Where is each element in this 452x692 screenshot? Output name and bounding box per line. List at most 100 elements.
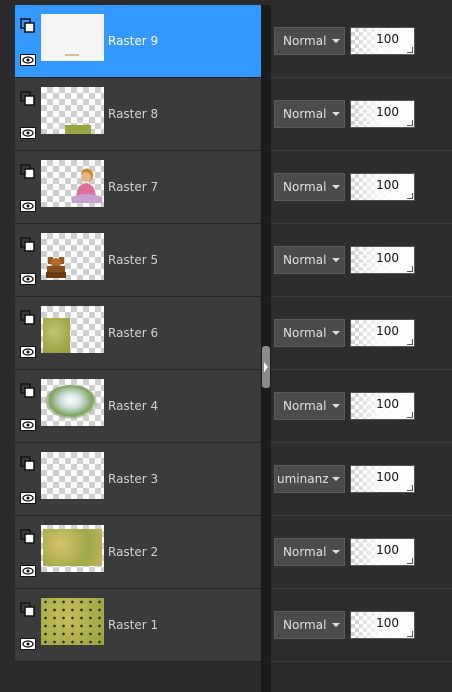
layer-row[interactable]: Raster 4 — [15, 370, 261, 443]
eye-icon[interactable] — [20, 271, 36, 287]
dropdown-arrow-icon[interactable] — [328, 101, 344, 127]
panel-left-edge — [0, 0, 15, 692]
blend-mode-value: Normal — [283, 253, 327, 267]
panel-splitter[interactable] — [261, 5, 271, 692]
layer-lock-icon[interactable] — [20, 383, 36, 399]
blend-mode-dropdown[interactable]: Normal — [274, 538, 345, 566]
layer-lock-icon[interactable] — [20, 18, 36, 34]
layer-row[interactable]: Raster 2 — [15, 516, 261, 589]
chevron-right-icon[interactable] — [262, 346, 270, 388]
blend-mode-dropdown[interactable]: Normal — [274, 392, 345, 420]
opacity-field[interactable]: 100 — [350, 392, 415, 420]
blend-mode-value: Normal — [283, 107, 327, 121]
layer-name: Raster 3 — [108, 472, 159, 486]
blend-mode-value: Normal — [283, 545, 327, 559]
opacity-field[interactable]: 100 — [350, 100, 415, 128]
layer-name: Raster 9 — [108, 34, 159, 48]
resize-grip-icon — [407, 485, 413, 491]
layer-thumbnail — [41, 14, 104, 61]
eye-icon[interactable] — [20, 417, 36, 433]
layer-name: Raster 1 — [108, 618, 159, 632]
layer-lock-icon[interactable] — [20, 310, 36, 326]
layer-properties-row: Normal 100 — [271, 78, 452, 151]
eye-icon[interactable] — [20, 636, 36, 652]
resize-grip-icon — [407, 120, 413, 126]
opacity-value: 100 — [376, 397, 399, 411]
layer-properties-row: Normal 100 — [271, 516, 452, 589]
opacity-field[interactable]: 100 — [350, 465, 415, 493]
layer-lock-icon[interactable] — [20, 237, 36, 253]
layer-properties-row: uminanz (\ 100 — [271, 443, 452, 516]
layer-name: Raster 5 — [108, 253, 159, 267]
opacity-value: 100 — [376, 105, 399, 119]
dropdown-arrow-icon[interactable] — [328, 393, 344, 419]
eye-icon[interactable] — [20, 198, 36, 214]
layer-thumbnail — [41, 525, 104, 572]
opacity-field[interactable]: 100 — [350, 319, 415, 347]
layer-thumbnail — [41, 306, 104, 353]
layer-list: Raster 9 Raster 8 Raster 7 Raster 5 Rast… — [15, 5, 261, 662]
opacity-field[interactable]: 100 — [350, 611, 415, 639]
dropdown-arrow-icon[interactable] — [328, 174, 344, 200]
blend-mode-dropdown[interactable]: Normal — [274, 173, 345, 201]
eye-icon[interactable] — [20, 563, 36, 579]
eye-icon[interactable] — [20, 344, 36, 360]
opacity-field[interactable]: 100 — [350, 27, 415, 55]
dropdown-arrow-icon[interactable] — [328, 466, 344, 492]
layer-row[interactable]: Raster 9 — [15, 5, 261, 78]
layer-row[interactable]: Raster 5 — [15, 224, 261, 297]
layer-lock-icon[interactable] — [20, 529, 36, 545]
layer-properties-row: Normal 100 — [271, 5, 452, 78]
layer-lock-icon[interactable] — [20, 602, 36, 618]
layer-lock-icon[interactable] — [20, 456, 36, 472]
eye-icon[interactable] — [20, 490, 36, 506]
layer-thumbnail — [41, 379, 104, 426]
layer-lock-icon[interactable] — [20, 164, 36, 180]
opacity-field[interactable]: 100 — [350, 246, 415, 274]
blend-mode-dropdown[interactable]: Normal — [274, 319, 345, 347]
layer-thumbnail — [41, 452, 104, 499]
blend-mode-dropdown[interactable]: uminanz (\ — [274, 465, 345, 493]
layer-name: Raster 4 — [108, 399, 159, 413]
opacity-value: 100 — [376, 251, 399, 265]
layer-thumbnail — [41, 160, 104, 207]
dropdown-arrow-icon[interactable] — [328, 28, 344, 54]
blend-mode-dropdown[interactable]: Normal — [274, 611, 345, 639]
layer-properties-row: Normal 100 — [271, 297, 452, 370]
layer-properties-row: Normal 100 — [271, 370, 452, 443]
blend-mode-dropdown[interactable]: Normal — [274, 27, 345, 55]
layer-row[interactable]: Raster 1 — [15, 589, 261, 662]
blend-mode-dropdown[interactable]: Normal — [274, 100, 345, 128]
resize-grip-icon — [407, 266, 413, 272]
layer-row[interactable]: Raster 3 — [15, 443, 261, 516]
layer-thumbnail — [41, 233, 104, 280]
resize-grip-icon — [407, 47, 413, 53]
eye-icon[interactable] — [20, 125, 36, 141]
dropdown-arrow-icon[interactable] — [328, 320, 344, 346]
layer-name: Raster 8 — [108, 107, 159, 121]
layer-properties-row: Normal 100 — [271, 151, 452, 224]
layer-row[interactable]: Raster 6 — [15, 297, 261, 370]
layer-row[interactable]: Raster 8 — [15, 78, 261, 151]
resize-grip-icon — [407, 193, 413, 199]
resize-grip-icon — [407, 412, 413, 418]
dropdown-arrow-icon[interactable] — [328, 539, 344, 565]
blend-mode-value: Normal — [283, 34, 327, 48]
dropdown-arrow-icon[interactable] — [328, 612, 344, 638]
opacity-value: 100 — [376, 32, 399, 46]
opacity-field[interactable]: 100 — [350, 538, 415, 566]
blend-mode-value: Normal — [283, 326, 327, 340]
resize-grip-icon — [407, 339, 413, 345]
blend-mode-dropdown[interactable]: Normal — [274, 246, 345, 274]
layer-properties-list: Normal 100 Normal 100 Normal 100 Normal … — [271, 5, 452, 662]
layer-lock-icon[interactable] — [20, 91, 36, 107]
layer-thumbnail — [41, 87, 104, 134]
layer-row[interactable]: Raster 7 — [15, 151, 261, 224]
eye-icon[interactable] — [20, 52, 36, 68]
layer-name: Raster 2 — [108, 545, 159, 559]
opacity-value: 100 — [376, 543, 399, 557]
opacity-field[interactable]: 100 — [350, 173, 415, 201]
layer-name: Raster 6 — [108, 326, 159, 340]
opacity-value: 100 — [376, 470, 399, 484]
dropdown-arrow-icon[interactable] — [328, 247, 344, 273]
